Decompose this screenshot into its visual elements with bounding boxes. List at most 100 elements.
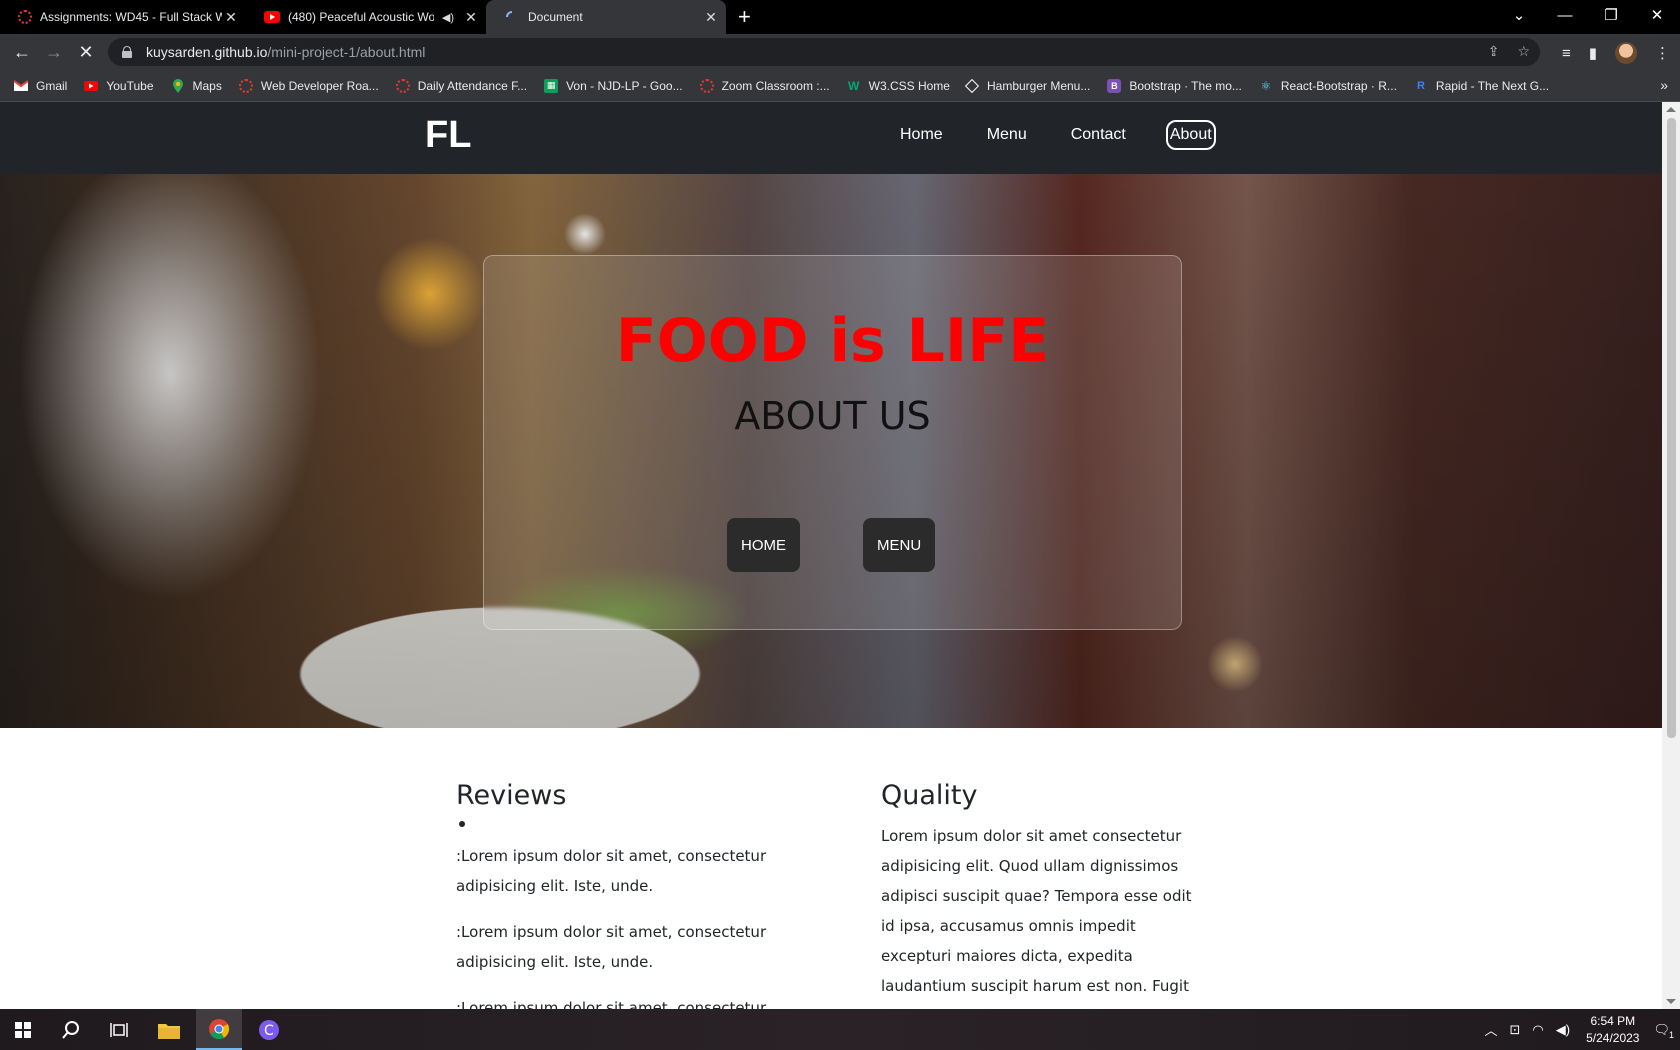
nav-menu-link[interactable]: Menu <box>987 120 1027 150</box>
bookmark-rapid[interactable]: R Rapid - The Next G... <box>1414 79 1549 93</box>
wifi-icon[interactable]: ◠ <box>1532 1022 1543 1038</box>
hero-subtitle: ABOUT US <box>734 394 931 438</box>
bookmark-maps[interactable]: Maps <box>171 78 222 93</box>
volume-icon[interactable]: ◀) <box>1556 1022 1570 1038</box>
youtube-icon <box>84 79 99 93</box>
hero-title: FOOD is LIFE <box>615 306 1050 376</box>
reviews-column: Reviews :Lorem ipsum dolor sit amet, con… <box>456 780 786 1009</box>
bookmark-hamburger-menu[interactable]: Hamburger Menu... <box>964 78 1090 93</box>
bookmark-web-developer-roadmap[interactable]: Web Developer Roa... <box>238 78 379 93</box>
chrome-taskbar-icon[interactable] <box>196 1009 242 1050</box>
hero-home-button[interactable]: HOME <box>727 518 800 572</box>
tab-document[interactable]: Document ✕ <box>486 0 726 34</box>
meet-now-icon[interactable]: ⊡ <box>1510 1022 1521 1038</box>
address-bar[interactable]: kuysarden.github.io/mini-project-1/about… <box>108 38 1540 66</box>
lock-icon[interactable] <box>122 46 132 58</box>
minimize-button[interactable]: — <box>1542 0 1588 30</box>
scroll-down-arrow-icon[interactable] <box>1666 999 1676 1004</box>
list-bullet <box>459 821 465 827</box>
content-section: Reviews :Lorem ipsum dolor sit amet, con… <box>0 728 1662 1009</box>
address-toolbar: ← → ✕ kuysarden.github.io/mini-project-1… <box>0 34 1680 70</box>
bootstrap-icon: B <box>1107 78 1122 93</box>
close-tab-icon[interactable]: ✕ <box>222 9 240 26</box>
hero-menu-button[interactable]: MENU <box>863 518 936 572</box>
clock-time: 6:54 PM <box>1590 1013 1636 1028</box>
globe-ring-icon <box>238 78 253 93</box>
bookmark-von-sheet[interactable]: ▦ Von - NJD-LP - Goo... <box>544 78 683 93</box>
hero-section: FOOD is LIFE ABOUT US HOME MENU <box>0 174 1662 728</box>
kebab-menu-icon[interactable]: ⋮ <box>1655 44 1670 62</box>
page-scrollbar[interactable] <box>1662 102 1680 1009</box>
scroll-up-arrow-icon[interactable] <box>1666 107 1676 112</box>
react-bootstrap-icon: ⚛ <box>1260 78 1272 93</box>
restore-button[interactable]: ❐ <box>1588 0 1634 30</box>
bookmark-gmail[interactable]: Gmail <box>14 79 67 93</box>
reviews-heading: Reviews <box>456 780 567 811</box>
maps-icon <box>171 78 185 93</box>
bookmark-zoom-classroom[interactable]: Zoom Classroom :... <box>699 78 830 93</box>
nav-home-link[interactable]: Home <box>900 120 943 150</box>
back-arrow-icon[interactable]: ← <box>10 41 34 63</box>
bookmark-youtube[interactable]: YouTube <box>84 79 154 93</box>
close-tab-icon[interactable]: ✕ <box>462 9 480 26</box>
hero-glass-card: FOOD is LIFE ABOUT US HOME MENU <box>483 255 1182 630</box>
forward-arrow-icon[interactable]: → <box>42 41 66 63</box>
file-explorer-icon[interactable] <box>146 1009 192 1050</box>
show-hidden-icons-chevron-icon[interactable]: ︿ <box>1485 1020 1498 1039</box>
url-host: kuysarden.github.io <box>146 44 268 60</box>
more-bookmarks-icon[interactable]: » <box>1660 77 1668 93</box>
browser-tab-strip: Assignments: WD45 - Full Stack W ✕ (480)… <box>0 0 1680 34</box>
tab-assignments[interactable]: Assignments: WD45 - Full Stack W ✕ <box>0 0 246 34</box>
scrollbar-thumb[interactable] <box>1667 118 1676 738</box>
svg-text:C: C <box>264 1023 274 1039</box>
review-item: :Lorem ipsum dolor sit amet, consectetur <box>456 999 767 1009</box>
system-tray: ︿ ⊡ ◠ ◀) 6:54 PM 5/24/2023 🗨 1 <box>1485 1009 1680 1050</box>
audio-playing-icon[interactable]: ◀) <box>442 11 454 24</box>
nav-contact-link[interactable]: Contact <box>1071 120 1126 150</box>
close-tab-icon[interactable]: ✕ <box>702 9 720 26</box>
tab-search-icon[interactable]: ⌄ <box>1496 0 1542 30</box>
notification-count-badge: 1 <box>1668 1029 1674 1040</box>
globe-ring-icon <box>699 78 714 93</box>
youtube-favicon-icon <box>264 9 280 25</box>
page-viewport: FL Home Menu Contact About FOOD is LIFE … <box>0 102 1662 1009</box>
search-icon[interactable] <box>48 1009 94 1050</box>
taskbar-clock[interactable]: 6:54 PM 5/24/2023 <box>1586 1013 1639 1047</box>
canva-icon[interactable]: C <box>246 1009 292 1050</box>
review-item: :Lorem ipsum dolor sit amet, consectetur… <box>456 923 767 971</box>
close-window-button[interactable]: ✕ <box>1634 0 1680 30</box>
loading-spinner-icon <box>504 9 520 25</box>
bookmark-star-icon[interactable]: ☆ <box>1517 43 1530 60</box>
notification-center-icon[interactable]: 🗨 1 <box>1653 1022 1674 1040</box>
w3-icon: W <box>847 78 860 93</box>
stop-loading-icon[interactable]: ✕ <box>74 41 98 63</box>
task-view-icon[interactable] <box>96 1009 142 1050</box>
site-navbar: FL Home Menu Contact About <box>0 102 1662 174</box>
clock-date: 5/24/2023 <box>1586 1030 1640 1045</box>
bookmark-bootstrap[interactable]: B Bootstrap · The mo... <box>1107 78 1242 93</box>
new-tab-button[interactable]: + <box>738 5 751 29</box>
bookmark-react-bootstrap[interactable]: ⚛ React-Bootstrap · R... <box>1259 78 1396 93</box>
bookmark-daily-attendance[interactable]: Daily Attendance F... <box>395 78 527 93</box>
url-path: /mini-project-1/about.html <box>267 44 426 60</box>
rapid-icon: R <box>1416 79 1425 92</box>
share-icon[interactable]: ⇪ <box>1488 43 1500 60</box>
media-control-icon[interactable]: ≡ <box>1562 45 1571 62</box>
bookmark-w3css[interactable]: W W3.CSS Home <box>847 79 950 93</box>
canvas-favicon-icon <box>18 10 32 24</box>
nav-about-link[interactable]: About <box>1165 120 1216 150</box>
profile-avatar[interactable] <box>1615 42 1637 64</box>
quality-heading: Quality <box>881 780 978 811</box>
site-brand[interactable]: FL <box>425 114 471 157</box>
side-panel-icon[interactable]: ▮ <box>1589 44 1597 62</box>
bookmarks-bar: Gmail YouTube Maps Web Developer Roa... … <box>0 70 1680 102</box>
tab-youtube[interactable]: (480) Peaceful Acoustic Wor ◀) ✕ <box>246 0 486 34</box>
globe-ring-icon <box>395 78 410 93</box>
quality-column: Quality Lorem ipsum dolor sit amet conse… <box>881 780 1196 1009</box>
gmail-icon <box>14 79 28 93</box>
sheets-icon: ▦ <box>544 78 559 93</box>
windows-start-icon[interactable] <box>0 1009 46 1050</box>
site-nav-links: Home Menu Contact About <box>900 120 1260 150</box>
review-item: :Lorem ipsum dolor sit amet, consectetur… <box>456 847 767 895</box>
windows-taskbar: C ︿ ⊡ ◠ ◀) 6:54 PM 5/24/2023 🗨 1 <box>0 1009 1680 1050</box>
